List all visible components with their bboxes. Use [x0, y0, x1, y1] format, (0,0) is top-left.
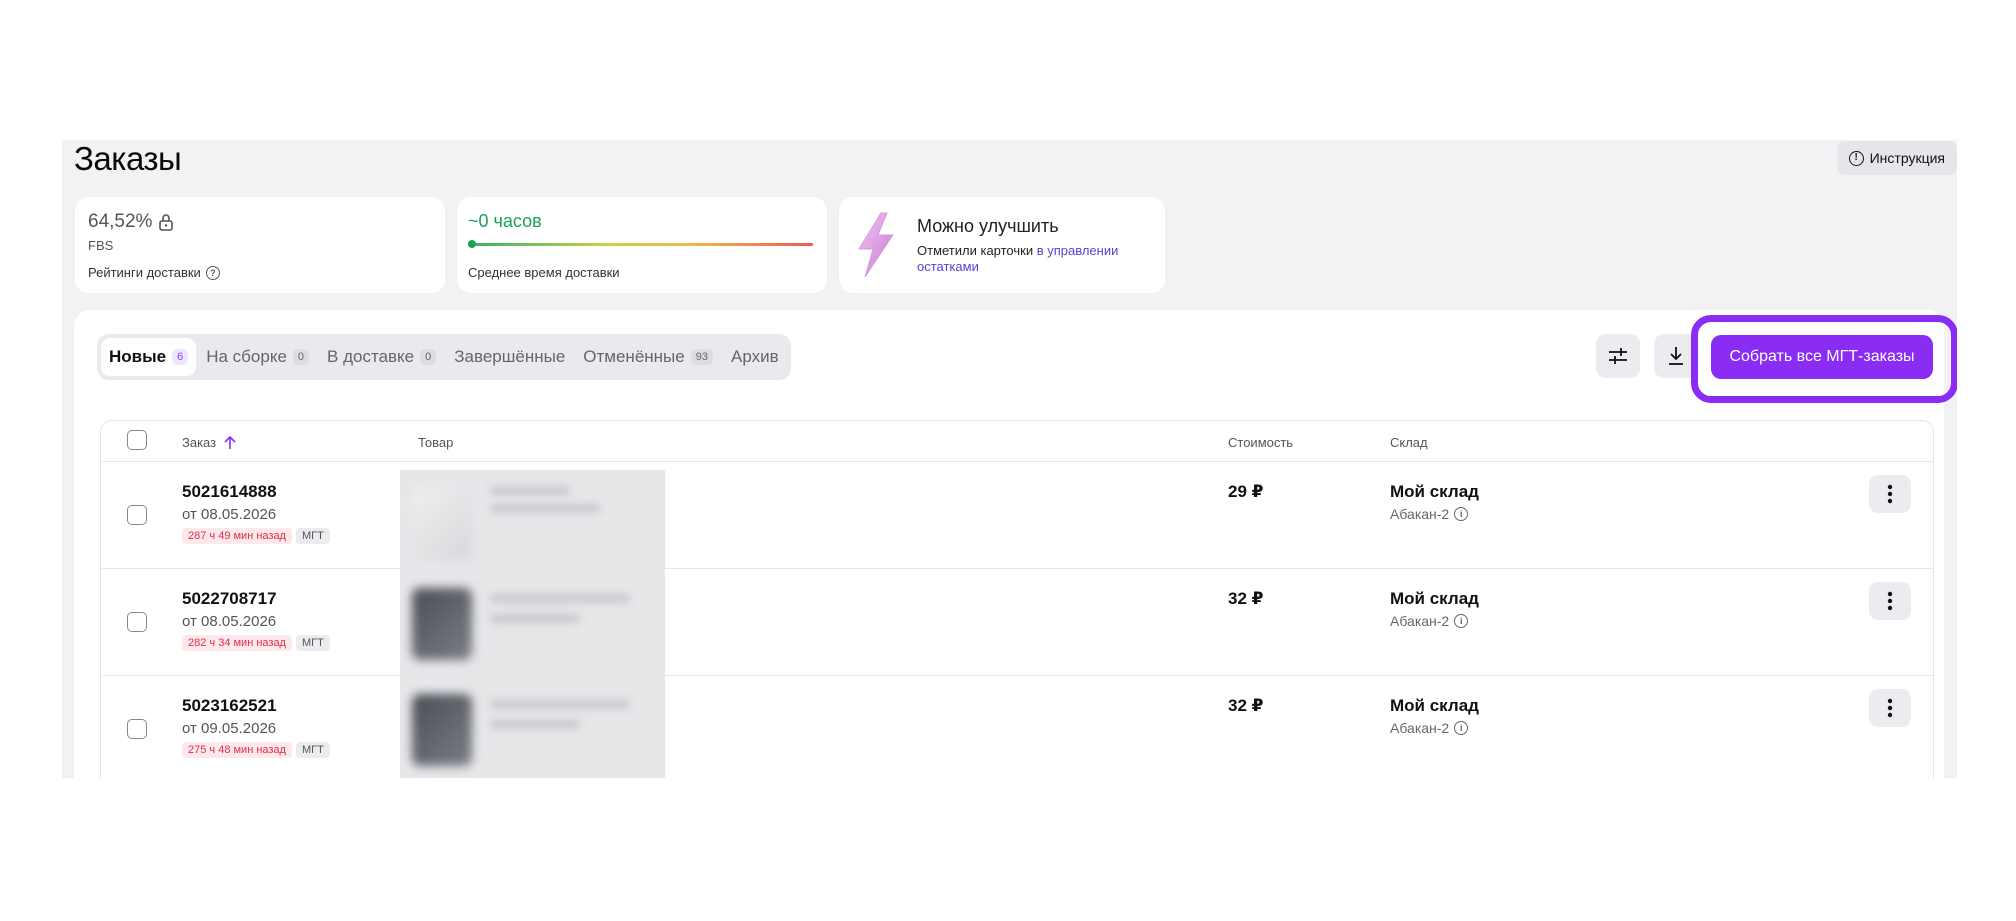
- column-order-label: Заказ: [182, 435, 217, 450]
- improve-text-main: Отметили карточки: [917, 243, 1037, 258]
- row-checkbox[interactable]: [127, 719, 147, 739]
- kebab-menu-icon: [1887, 591, 1893, 611]
- time-badge: 287 ч 49 мин назад: [182, 528, 292, 544]
- rating-scheme: FBS: [88, 238, 114, 253]
- lock-icon: [159, 214, 174, 231]
- warehouse-city-row: Абакан-2 i: [1390, 613, 1469, 629]
- tab-completed[interactable]: Завершённые: [446, 338, 573, 376]
- tab-assembly[interactable]: На сборке 0: [198, 338, 317, 376]
- column-price: Стоимость: [1228, 435, 1294, 450]
- order-status-tabs: Новые 6 На сборке 0 В доставке 0 Завершённы…: [97, 334, 791, 380]
- order-date: от 08.05.2026: [182, 613, 277, 630]
- row-checkbox[interactable]: [127, 612, 147, 632]
- orders-page: Заказы ! Инструкция 64,52% FBS Рейтинги …: [62, 140, 1957, 778]
- mgt-badge: МГТ: [295, 635, 330, 651]
- warehouse-city: Абакан-2: [1390, 506, 1450, 522]
- warehouse-city-row: Абакан-2 i: [1390, 506, 1469, 522]
- tab-archive[interactable]: Архив: [723, 338, 787, 376]
- warehouse-city-row: Абакан-2 i: [1390, 720, 1469, 736]
- rating-value-row: 64,52%: [88, 211, 174, 233]
- mgt-badge: МГТ: [295, 528, 330, 544]
- order-number[interactable]: 5023162521: [182, 696, 277, 716]
- order-tags: 287 ч 49 мин назад МГТ: [182, 528, 330, 544]
- delivery-time-card: ~0 часов Среднее время доставки: [457, 197, 827, 293]
- tab-count: 0: [292, 349, 310, 365]
- tab-cancelled[interactable]: Отменённые 93: [575, 338, 721, 376]
- improve-card: Можно улучшить Отметили карточки в управ…: [839, 197, 1165, 293]
- order-price: 32 ₽: [1228, 589, 1264, 608]
- rating-footer-label: Рейтинги доставки: [88, 265, 201, 280]
- column-product: Товар: [418, 435, 454, 450]
- sort-arrow-up-icon: [224, 435, 236, 449]
- order-tags: 275 ч 48 мин назад МГТ: [182, 742, 330, 758]
- delivery-time-bar: [468, 243, 813, 246]
- question-icon[interactable]: ?: [205, 265, 220, 280]
- info-icon: !: [1848, 150, 1864, 166]
- tab-label: В доставке: [327, 347, 415, 366]
- collect-all-mgt-button[interactable]: Собрать все МГТ-заказы: [1711, 335, 1933, 379]
- select-all-checkbox[interactable]: [127, 430, 147, 450]
- order-number[interactable]: 5022708717: [182, 589, 277, 609]
- delivery-time-marker: [468, 240, 476, 248]
- page-title: Заказы: [74, 140, 182, 177]
- warehouse-name: Мой склад: [1390, 589, 1479, 608]
- warehouse-city: Абакан-2: [1390, 613, 1450, 629]
- table-row[interactable]: 5021614888 от 08.05.2026 287 ч 49 мин на…: [101, 462, 1933, 569]
- table-row[interactable]: 5023162521 от 09.05.2026 275 ч 48 мин на…: [101, 676, 1933, 778]
- instruction-button[interactable]: ! Инструкция: [1836, 141, 1957, 175]
- tab-label: Отменённые: [583, 347, 685, 366]
- orders-panel: Новые 6 На сборке 0 В доставке 0 Завершённы…: [74, 310, 1957, 778]
- tab-label: Новые: [109, 347, 167, 366]
- sliders-icon: [1609, 348, 1627, 364]
- tab-label: Завершённые: [454, 347, 566, 366]
- row-checkbox[interactable]: [127, 505, 147, 525]
- more-actions-button[interactable]: [1869, 475, 1911, 513]
- tab-label: На сборке: [206, 347, 287, 366]
- warehouse-city: Абакан-2: [1390, 720, 1450, 736]
- kebab-menu-icon: [1887, 484, 1893, 504]
- filter-button[interactable]: [1596, 334, 1640, 378]
- tab-new[interactable]: Новые 6: [101, 338, 197, 376]
- tab-count: 93: [690, 349, 713, 365]
- tab-count: 6: [172, 349, 189, 365]
- info-icon[interactable]: i: [1454, 721, 1469, 735]
- order-date: от 08.05.2026: [182, 506, 277, 523]
- column-warehouse: Склад: [1390, 435, 1428, 450]
- delivery-time-footer: Среднее время доставки: [468, 265, 620, 280]
- tab-delivery[interactable]: В доставке 0: [319, 338, 444, 376]
- rating-value: 64,52%: [88, 211, 153, 232]
- instruction-label: Инструкция: [1869, 150, 1945, 166]
- table-row[interactable]: 5022708717 от 08.05.2026 282 ч 34 мин на…: [101, 569, 1933, 676]
- column-order[interactable]: Заказ: [182, 435, 236, 450]
- warehouse-name: Мой склад: [1390, 696, 1479, 715]
- improve-title: Можно улучшить: [917, 216, 1059, 236]
- info-icon[interactable]: i: [1454, 614, 1469, 628]
- download-icon: [1669, 347, 1683, 365]
- table-header: Заказ Товар Стоимость Склад: [101, 421, 1933, 462]
- order-tags: 282 ч 34 мин назад МГТ: [182, 635, 330, 651]
- mgt-badge: МГТ: [295, 742, 330, 758]
- more-actions-button[interactable]: [1869, 689, 1911, 727]
- order-date: от 09.05.2026: [182, 720, 277, 737]
- warehouse-name: Мой склад: [1390, 482, 1479, 501]
- order-price: 29 ₽: [1228, 482, 1264, 501]
- rating-footer: Рейтинги доставки ?: [88, 265, 220, 280]
- order-number[interactable]: 5021614888: [182, 482, 277, 502]
- info-icon[interactable]: i: [1454, 507, 1469, 521]
- delivery-time-value: ~0 часов: [468, 211, 542, 231]
- time-badge: 275 ч 48 мин назад: [182, 742, 292, 758]
- tab-count: 0: [420, 349, 437, 365]
- lightning-icon: [858, 212, 894, 278]
- improve-text: Отметили карточки в управлении остатками: [917, 243, 1147, 275]
- more-actions-button[interactable]: [1869, 582, 1911, 620]
- tab-label: Архив: [730, 347, 779, 366]
- kebab-menu-icon: [1887, 698, 1893, 718]
- orders-table: Заказ Товар Стоимость Склад 5021614888 о…: [100, 420, 1934, 778]
- rating-card: 64,52% FBS Рейтинги доставки ?: [75, 197, 445, 293]
- order-price: 32 ₽: [1228, 696, 1264, 715]
- time-badge: 282 ч 34 мин назад: [182, 635, 292, 651]
